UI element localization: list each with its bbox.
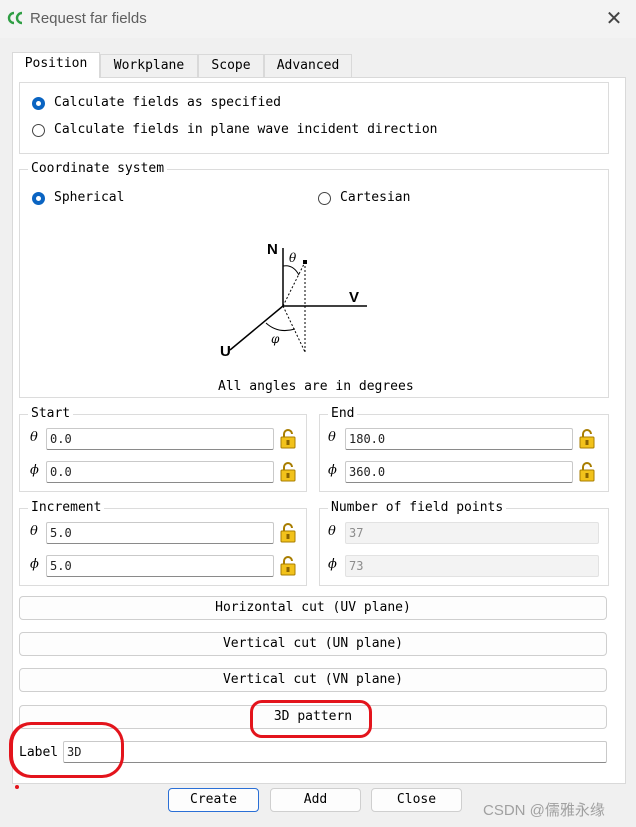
end-theta-input[interactable]: 180.0 [345,428,573,450]
tab-position[interactable]: Position [12,52,100,78]
start-theta-input[interactable]: 0.0 [46,428,274,450]
increment-phi-symbol: ϕ [30,557,39,572]
coordinate-system-title: Coordinate system [28,161,168,176]
tab-workplane[interactable]: Workplane [100,54,198,77]
increment-theta-symbol: θ [30,524,38,539]
u-axis-label: U [220,343,231,360]
annotation-dot [15,785,19,789]
theta-arc [282,265,300,276]
field-points-title: Number of field points [328,500,507,515]
calc-plane-wave-radio[interactable] [32,124,45,137]
calc-as-specified-label: Calculate fields as specified [54,95,281,110]
cartesian-label: Cartesian [340,190,411,205]
cartesian-radio[interactable] [318,192,331,205]
increment-title: Increment [28,500,105,515]
points-theta-symbol: θ [328,524,336,539]
phi-arc [265,322,296,331]
start-theta-lock-icon[interactable] [277,428,299,450]
end-theta-lock-icon[interactable] [576,428,598,450]
phi-label: φ [271,332,280,346]
increment-phi-input[interactable]: 5.0 [46,555,274,577]
vertical-cut-vn-button[interactable]: Vertical cut (VN plane) [19,668,607,692]
end-phi-input[interactable]: 360.0 [345,461,573,483]
theta-label: θ [289,251,297,265]
points-phi-value: 73 [345,555,599,577]
calc-as-specified-radio[interactable] [32,97,45,110]
points-phi-symbol: ϕ [328,557,337,572]
tab-advanced[interactable]: Advanced [264,54,352,77]
annotation-circle-3d-pattern [250,700,372,738]
start-theta-symbol: θ [30,430,38,445]
label-input[interactable]: 3D [63,741,607,763]
add-button[interactable]: Add [270,788,361,812]
point-marker [303,260,307,264]
increment-theta-lock-icon[interactable] [277,522,299,544]
annotation-circle-label [9,722,124,778]
app-logo-icon [7,11,23,25]
calc-mode-group [19,82,609,154]
end-title: End [328,406,358,421]
v-axis-label: V [349,289,359,306]
n-axis-label: N [267,241,278,258]
vertical-cut-un-button[interactable]: Vertical cut (UN plane) [19,632,607,656]
tab-scope[interactable]: Scope [198,54,264,77]
calc-plane-wave-label: Calculate fields in plane wave incident … [54,122,438,137]
end-theta-symbol: θ [328,430,336,445]
close-button[interactable]: Close [371,788,462,812]
start-phi-lock-icon[interactable] [277,461,299,483]
increment-theta-input[interactable]: 5.0 [46,522,274,544]
angles-note: All angles are in degrees [218,379,414,394]
spherical-radio[interactable] [32,192,45,205]
axis-diagram: N V U θ φ [220,241,367,360]
window-title: Request far fields [30,10,147,27]
start-phi-symbol: ϕ [30,463,39,478]
horizontal-cut-button[interactable]: Horizontal cut (UV plane) [19,596,607,620]
points-theta-value: 37 [345,522,599,544]
spherical-label: Spherical [54,190,125,205]
start-phi-input[interactable]: 0.0 [46,461,274,483]
increment-phi-lock-icon[interactable] [277,555,299,577]
create-button[interactable]: Create [168,788,259,812]
end-phi-symbol: ϕ [328,463,337,478]
watermark-text: CSDN @儒雅永缘 [483,802,605,819]
close-window-button[interactable]: ✕ [601,6,627,32]
end-phi-lock-icon[interactable] [576,461,598,483]
start-title: Start [28,406,74,421]
